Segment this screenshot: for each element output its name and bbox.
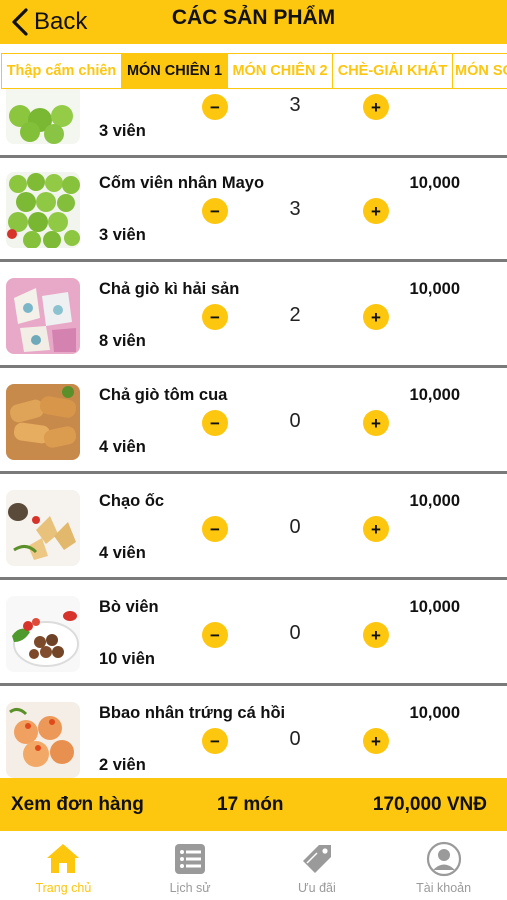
tab-che-giai-khat[interactable]: CHÈ-GIẢI KHÁT xyxy=(332,53,453,89)
order-total: 170,000 VNĐ xyxy=(372,793,487,815)
product-price: 10,000 xyxy=(409,492,460,510)
product-image xyxy=(6,702,80,778)
tab-thap-cam-chien[interactable]: Thập cẩm chiên xyxy=(1,53,122,89)
increase-quantity-button[interactable]: + xyxy=(363,410,389,436)
nav-history[interactable]: Lịch sử xyxy=(127,831,254,900)
product-name: Cốm viên nhân Mayo xyxy=(99,174,265,192)
nav-home[interactable]: Trang chủ xyxy=(0,831,127,900)
divider xyxy=(0,471,507,474)
divider xyxy=(0,259,507,262)
product-price: 10,000 xyxy=(409,704,460,722)
bottom-navigation: Trang chủ Lịch sử Ưu đãi Tài khoản xyxy=(0,831,507,900)
home-icon xyxy=(47,844,80,873)
order-summary-bar[interactable]: Xem đơn hàng 17 món 170,000 VNĐ xyxy=(0,778,507,831)
tab-mon-chien-1[interactable]: MÓN CHIÊN 1 xyxy=(121,53,228,89)
list-item: Chạo ốc 10,000 4 viên − 0 + xyxy=(0,476,507,580)
divider xyxy=(0,683,507,686)
product-unit: 2 viên xyxy=(99,756,146,774)
product-list[interactable]: 3 viên − 3 + Cốm viên nhân Mayo 10,000 3… xyxy=(0,89,507,778)
increase-quantity-button[interactable]: + xyxy=(363,304,389,330)
quantity-value: 0 xyxy=(289,622,301,644)
product-name: Chả giò kì hải sản xyxy=(99,280,240,298)
list-item: 3 viên − 3 + xyxy=(0,89,507,158)
product-name: Bbao nhân trứng cá hồi xyxy=(99,704,286,722)
product-unit: 4 viên xyxy=(99,544,146,562)
quantity-value: 3 xyxy=(289,94,301,116)
nav-offers[interactable]: Ưu đãi xyxy=(254,831,381,900)
product-price: 10,000 xyxy=(409,174,460,192)
product-name: Chạo ốc xyxy=(99,492,165,510)
product-price: 10,000 xyxy=(409,280,460,298)
product-price: 10,000 xyxy=(409,386,460,404)
product-unit: 8 viên xyxy=(99,332,146,350)
decrease-quantity-button[interactable]: − xyxy=(202,622,228,648)
quantity-value: 2 xyxy=(289,304,301,326)
divider xyxy=(0,365,507,368)
product-image xyxy=(6,490,80,566)
tab-mon-soi[interactable]: MÓN SỢI xyxy=(452,53,507,89)
increase-quantity-button[interactable]: + xyxy=(363,198,389,224)
decrease-quantity-button[interactable]: − xyxy=(202,94,228,120)
history-list-icon xyxy=(175,844,206,874)
page-title: CÁC SẢN PHẨM xyxy=(171,6,336,29)
increase-quantity-button[interactable]: + xyxy=(363,728,389,754)
increase-quantity-button[interactable]: + xyxy=(363,622,389,648)
list-item: Chả giò tôm cua 10,000 4 viên − 0 + xyxy=(0,370,507,474)
item-count: 17 món xyxy=(217,793,284,815)
nav-home-label: Trang chủ xyxy=(35,881,92,895)
quantity-value: 3 xyxy=(289,198,301,220)
product-name: Bò viên xyxy=(99,598,159,616)
product-image xyxy=(6,89,80,144)
decrease-quantity-button[interactable]: − xyxy=(202,304,228,330)
quantity-value: 0 xyxy=(289,516,301,538)
view-order-label[interactable]: Xem đơn hàng xyxy=(11,794,144,816)
nav-account[interactable]: Tài khoản xyxy=(380,831,507,900)
category-tabs: Thập cẩm chiên MÓN CHIÊN 1 MÓN CHIÊN 2 C… xyxy=(0,53,507,89)
product-image xyxy=(6,384,80,460)
nav-history-label: Lịch sử xyxy=(169,881,211,895)
nav-offers-label: Ưu đãi xyxy=(297,881,336,895)
product-name: Chả giò tôm cua xyxy=(99,386,228,404)
product-image xyxy=(6,278,80,354)
product-price: 10,000 xyxy=(409,598,460,616)
product-image xyxy=(6,172,80,248)
quantity-value: 0 xyxy=(289,410,301,432)
app-header: Back CÁC SẢN PHẨM xyxy=(0,0,507,44)
list-item: Bbao nhân trứng cá hồi 10,000 2 viên − 0… xyxy=(0,688,507,778)
product-unit: 4 viên xyxy=(99,438,146,456)
decrease-quantity-button[interactable]: − xyxy=(202,410,228,436)
divider xyxy=(0,577,507,580)
account-icon xyxy=(426,841,461,877)
nav-account-label: Tài khoản xyxy=(416,881,472,895)
increase-quantity-button[interactable]: + xyxy=(363,516,389,542)
product-unit: 10 viên xyxy=(99,650,155,668)
decrease-quantity-button[interactable]: − xyxy=(202,516,228,542)
decrease-quantity-button[interactable]: − xyxy=(202,198,228,224)
product-unit: 3 viên xyxy=(99,122,146,140)
list-item: Cốm viên nhân Mayo 10,000 3 viên − 3 + xyxy=(0,158,507,262)
tag-icon xyxy=(302,845,331,873)
quantity-value: 0 xyxy=(289,728,301,750)
tab-mon-chien-2[interactable]: MÓN CHIÊN 2 xyxy=(227,53,333,89)
list-item: Chả giò kì hải sản 10,000 8 viên − 2 + xyxy=(0,264,507,368)
decrease-quantity-button[interactable]: − xyxy=(202,728,228,754)
product-unit: 3 viên xyxy=(99,226,146,244)
product-image xyxy=(6,596,80,672)
list-item: Bò viên 10,000 10 viên − 0 + xyxy=(0,582,507,686)
increase-quantity-button[interactable]: + xyxy=(363,94,389,120)
